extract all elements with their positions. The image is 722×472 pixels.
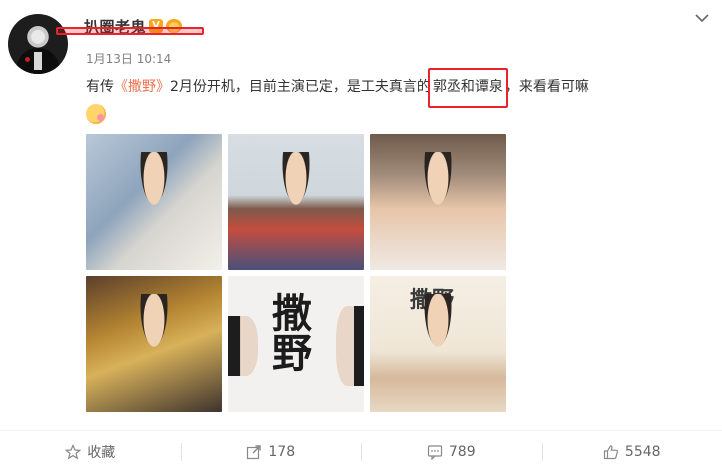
smiling-face-emoji: [86, 104, 106, 124]
repost-button[interactable]: 178: [181, 440, 362, 464]
comment-count: 789: [449, 444, 476, 460]
post-text: 有传《撒野》2月份开机，目前主演已定，是工夫真言的郭丞和谭泉，来看看可嘛: [86, 76, 716, 98]
highlighted-names: 郭丞和谭泉: [431, 76, 505, 98]
comment-button[interactable]: 789: [361, 440, 542, 464]
photo-5[interactable]: 撒野: [228, 276, 364, 412]
poster-calligraphy: 撒野: [268, 292, 308, 372]
chevron-down-icon[interactable]: [694, 10, 710, 26]
photo-4[interactable]: [86, 276, 222, 412]
like-count: 5548: [625, 444, 661, 460]
photo-1[interactable]: [86, 134, 222, 270]
photo-subject: [402, 294, 474, 412]
redaction-box: [56, 27, 204, 35]
photo-subject: [260, 152, 332, 270]
post-text-before: 有传: [86, 79, 114, 95]
post-text-after: ，来看看可嘛: [505, 79, 589, 95]
favorite-button[interactable]: 收藏: [0, 440, 181, 464]
thumbs-up-icon: [603, 444, 619, 460]
repost-count: 178: [268, 444, 295, 460]
favorite-label: 收藏: [87, 442, 115, 462]
photo-3[interactable]: [370, 134, 506, 270]
photo-2[interactable]: [228, 134, 364, 270]
photo-subject: [402, 152, 474, 270]
photo-subject: [118, 152, 190, 270]
like-button[interactable]: 5548: [542, 440, 722, 464]
share-icon: [246, 444, 262, 460]
avatar-shirt: [34, 52, 42, 70]
post-text-middle: 2月份开机，目前主演已定，是工夫真言的: [170, 79, 431, 95]
photo-face-right: [336, 306, 364, 386]
post-timestamp[interactable]: 1月13日 10:14: [86, 50, 171, 67]
action-toolbar: 收藏 178 789 5548: [0, 430, 722, 472]
comment-icon: [427, 444, 443, 460]
photo-subject: [118, 294, 190, 412]
photo-face-left: [228, 316, 258, 376]
photo-6[interactable]: 撒野: [370, 276, 506, 412]
avatar-rose: [25, 57, 30, 62]
hashtag-link[interactable]: 《撒野》: [114, 79, 170, 95]
star-icon: [65, 444, 81, 460]
